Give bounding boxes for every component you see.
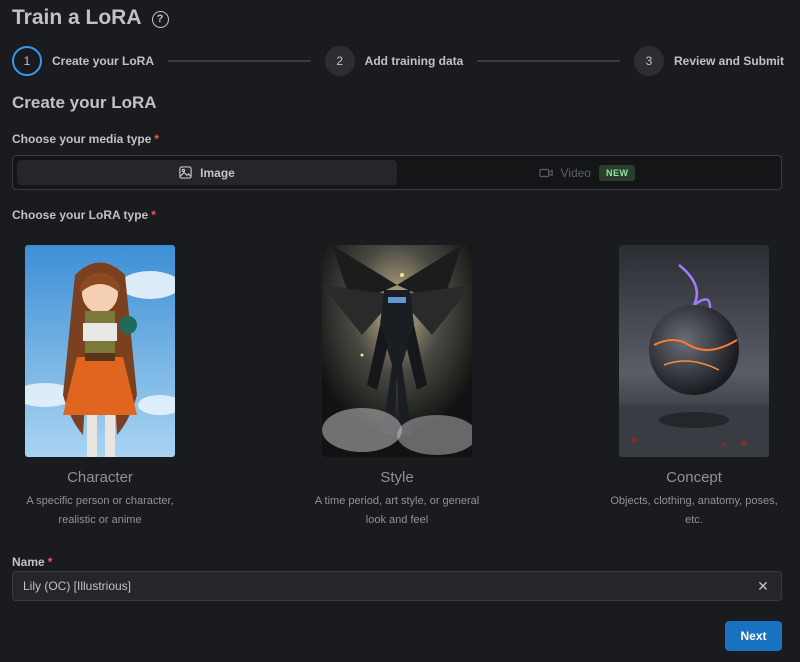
name-field-wrapper: ✕ bbox=[12, 571, 782, 601]
character-image bbox=[25, 245, 175, 457]
lora-type-options: Character A specific person or character… bbox=[0, 245, 800, 535]
media-option-label: Image bbox=[200, 165, 235, 180]
page-header: Train a LoRA ? bbox=[12, 6, 169, 30]
style-thumbnail bbox=[322, 245, 472, 457]
image-icon bbox=[179, 166, 192, 179]
video-icon bbox=[538, 168, 553, 177]
step-number: 3 bbox=[633, 46, 664, 76]
lora-type-style[interactable]: Style A time period, art style, or gener… bbox=[297, 245, 497, 530]
page-title: Train a LoRA bbox=[12, 6, 142, 29]
required-mark: * bbox=[47, 555, 53, 569]
media-option-video[interactable]: Video NEW bbox=[397, 160, 777, 185]
lora-type-concept[interactable]: Concept Objects, clothing, anatomy, pose… bbox=[594, 245, 794, 530]
step-number: 2 bbox=[324, 46, 355, 76]
lora-type-title: Character bbox=[67, 469, 133, 486]
concept-thumbnail bbox=[619, 245, 769, 457]
help-icon[interactable]: ? bbox=[151, 10, 169, 28]
step-label: Add training data bbox=[364, 54, 464, 68]
lora-type-label: Choose your LoRA type * bbox=[12, 208, 156, 222]
step-review-submit[interactable]: 3 Review and Submit bbox=[633, 46, 785, 76]
step-label: Create your LoRA bbox=[52, 54, 155, 68]
required-mark: * bbox=[151, 208, 156, 222]
step-connector bbox=[477, 60, 620, 62]
step-add-training-data[interactable]: 2 Add training data bbox=[324, 46, 464, 76]
lora-type-title: Concept bbox=[666, 469, 722, 486]
media-type-label: Choose your media type * bbox=[12, 132, 159, 146]
required-mark: * bbox=[154, 132, 160, 146]
lora-type-title: Style bbox=[380, 469, 414, 486]
media-type-label-text: Choose your media type bbox=[12, 132, 152, 146]
lora-type-label-text: Choose your LoRA type bbox=[12, 208, 149, 222]
media-option-label: Video bbox=[560, 165, 591, 180]
lora-type-description: A specific person or character, realisti… bbox=[26, 495, 174, 526]
lora-type-description: A time period, art style, or general loo… bbox=[314, 495, 480, 526]
lora-type-description: Objects, clothing, anatomy, poses, etc. bbox=[610, 495, 778, 526]
close-icon[interactable]: ✕ bbox=[755, 578, 771, 595]
new-badge: NEW bbox=[598, 164, 636, 181]
step-connector bbox=[168, 60, 311, 62]
section-title: Create your LoRA bbox=[12, 93, 157, 112]
step-number: 1 bbox=[12, 46, 42, 76]
media-option-image[interactable]: Image bbox=[17, 160, 397, 185]
media-type-selector: Image Video NEW bbox=[12, 155, 782, 190]
step-label: Review and Submit bbox=[673, 54, 785, 68]
name-label-text: Name bbox=[12, 555, 45, 569]
name-input[interactable] bbox=[23, 579, 755, 593]
step-create-lora[interactable]: 1 Create your LoRA bbox=[12, 46, 154, 76]
character-thumbnail bbox=[25, 245, 175, 457]
next-button[interactable]: Next bbox=[725, 621, 782, 651]
name-label: Name * bbox=[12, 555, 52, 569]
stepper: 1 Create your LoRA 2 Add training data 3… bbox=[12, 46, 784, 76]
style-image bbox=[322, 245, 472, 457]
lora-type-character[interactable]: Character A specific person or character… bbox=[0, 245, 200, 530]
concept-image bbox=[619, 245, 769, 457]
